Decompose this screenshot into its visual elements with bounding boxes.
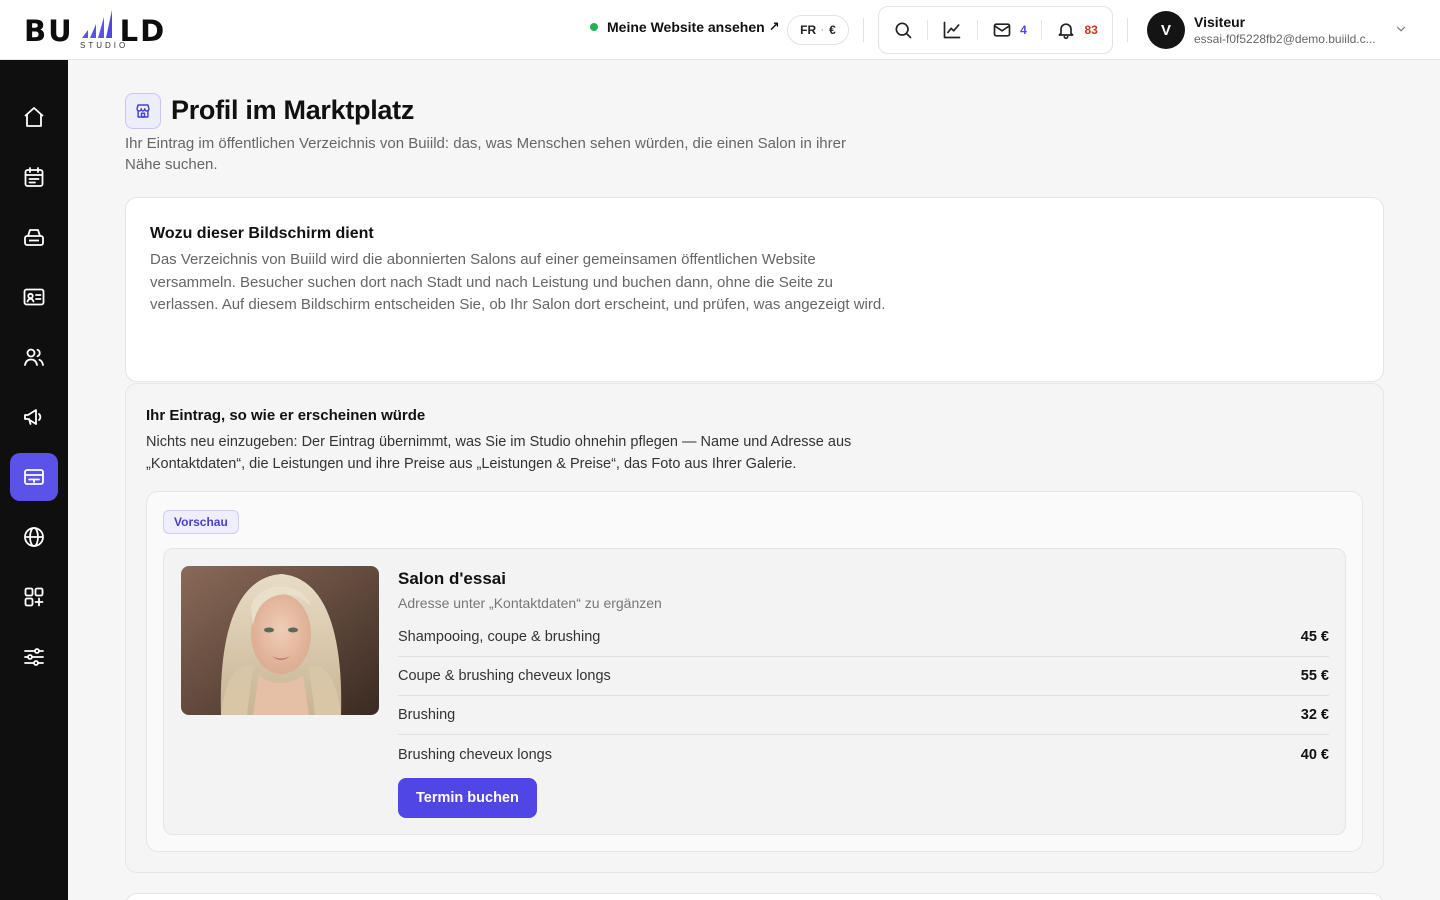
apps-add-icon (24, 587, 44, 607)
sidebar-item-settings[interactable] (10, 633, 58, 681)
service-price: 32 € (1300, 707, 1329, 723)
salon-listing: Salon d'essai Adresse unter „Kontaktdate… (163, 548, 1346, 835)
listing-card-intro: Nichts neu einzugeben: Der Eintrag übern… (146, 434, 852, 472)
info-card-body: Das Verzeichnis von Buiild wird die abon… (150, 251, 886, 313)
service-row: Brushing cheveux longs 40 € (398, 735, 1329, 774)
mail-icon (993, 23, 1011, 37)
listing-card: Ihr Eintrag, so wie er erscheinen würde … (125, 383, 1384, 873)
sidebar-item-apps[interactable] (10, 573, 58, 621)
salon-photo (181, 566, 379, 715)
user-email: essai-f0f5228fb2@demo.buiild.c... (1194, 32, 1376, 46)
language-code: FR (800, 23, 817, 37)
stats-button[interactable] (928, 7, 977, 53)
sidebar-item-marketplace[interactable] (10, 453, 58, 501)
calendar-icon (24, 167, 44, 187)
sidebar-item-contacts[interactable] (10, 273, 58, 321)
language-currency-switch[interactable]: FR · € (787, 15, 849, 45)
service-price: 40 € (1300, 746, 1329, 763)
marketplace-card-icon (24, 469, 44, 485)
service-list: Shampooing, coupe & brushing 45 € Coupe … (398, 618, 1329, 774)
service-name: Brushing (398, 707, 456, 723)
user-name: Visiteur (1194, 14, 1246, 30)
external-arrow-icon: ↗ (768, 19, 780, 34)
service-name: Shampooing, coupe & brushing (398, 629, 601, 645)
sidebar-item-marketing[interactable] (10, 393, 58, 441)
service-row: Coupe & brushing cheveux longs 55 € (398, 657, 1329, 696)
header-divider (1127, 18, 1128, 42)
sidebar-item-clients[interactable] (10, 333, 58, 381)
chevron-down-icon[interactable] (1394, 22, 1408, 36)
sidebar-item-register[interactable] (10, 213, 58, 261)
top-bar: BU LD STUDIO Meine Website ansehen ↗ FR ·… (0, 0, 1440, 60)
storefront-icon (136, 104, 150, 118)
sidebar-item-website[interactable] (10, 513, 58, 561)
page-icon (125, 93, 161, 129)
sliders-icon (24, 648, 44, 666)
service-name: Coupe & brushing cheveux longs (398, 668, 611, 684)
notifications-button[interactable]: 83 (1042, 7, 1112, 53)
currency-symbol: € (829, 23, 836, 37)
listing-preview: Vorschau Salon d'essai Adresse unter „Ko… (146, 491, 1363, 852)
salon-address: Adresse unter „Kontaktdaten“ zu ergänzen (398, 595, 662, 611)
service-row: Shampooing, coupe & brushing 45 € (398, 618, 1329, 657)
notifications-count: 83 (1084, 23, 1098, 37)
sidebar (0, 60, 68, 900)
info-card: Wozu dieser Bildschirm dient Das Verzeic… (125, 197, 1384, 382)
messages-button[interactable]: 4 (978, 7, 1042, 53)
preview-badge: Vorschau (163, 510, 239, 534)
buiild-logo[interactable]: BU LD STUDIO (24, 8, 184, 52)
service-price: 55 € (1300, 668, 1329, 684)
salon-name: Salon d'essai (398, 569, 506, 588)
view-website-label: Meine Website ansehen (607, 19, 765, 35)
service-name: Brushing cheveux longs (398, 746, 552, 763)
sidebar-item-calendar[interactable] (10, 153, 58, 201)
header-divider (863, 18, 864, 42)
main-content: Profil im Marktplatz Ihr Eintrag im öffe… (68, 60, 1440, 900)
page-title: Profil im Marktplatz (171, 95, 415, 125)
chart-line-icon (943, 21, 961, 39)
logo-subtitle: STUDIO (80, 41, 129, 50)
search-icon (895, 22, 912, 39)
messages-count: 4 (1020, 23, 1027, 37)
home-icon (24, 107, 44, 127)
contact-card-icon (23, 288, 45, 306)
bell-icon (1058, 23, 1074, 40)
cash-register-icon (24, 229, 44, 246)
info-card-title: Wozu dieser Bildschirm dient (150, 225, 374, 242)
megaphone-icon (24, 409, 42, 425)
separator-dot: · (821, 25, 825, 35)
next-section-card (125, 893, 1384, 900)
avatar: V (1147, 11, 1185, 49)
listing-card-title: Ihr Eintrag, so wie er erscheinen würde (146, 407, 426, 424)
globe-icon (24, 527, 44, 547)
page-subtitle: Ihr Eintrag im öffentlichen Verzeichnis … (125, 135, 846, 173)
salon-photo-image (181, 566, 379, 715)
service-price: 45 € (1300, 629, 1329, 645)
view-website-link[interactable]: Meine Website ansehen ↗ (590, 19, 780, 35)
online-status-dot (590, 23, 598, 31)
service-row: Brushing 32 € (398, 696, 1329, 735)
users-icon (24, 348, 44, 366)
search-button[interactable] (879, 7, 927, 53)
sidebar-item-home[interactable] (10, 93, 58, 141)
user-info: Visiteur essai-f0f5228fb2@demo.buiild.c.… (1194, 14, 1376, 46)
book-appointment-button[interactable]: Termin buchen (398, 778, 537, 818)
header-action-bar: 4 83 (878, 6, 1113, 54)
user-menu[interactable]: V Visiteur essai-f0f5228fb2@demo.buiild.… (1147, 11, 1376, 49)
